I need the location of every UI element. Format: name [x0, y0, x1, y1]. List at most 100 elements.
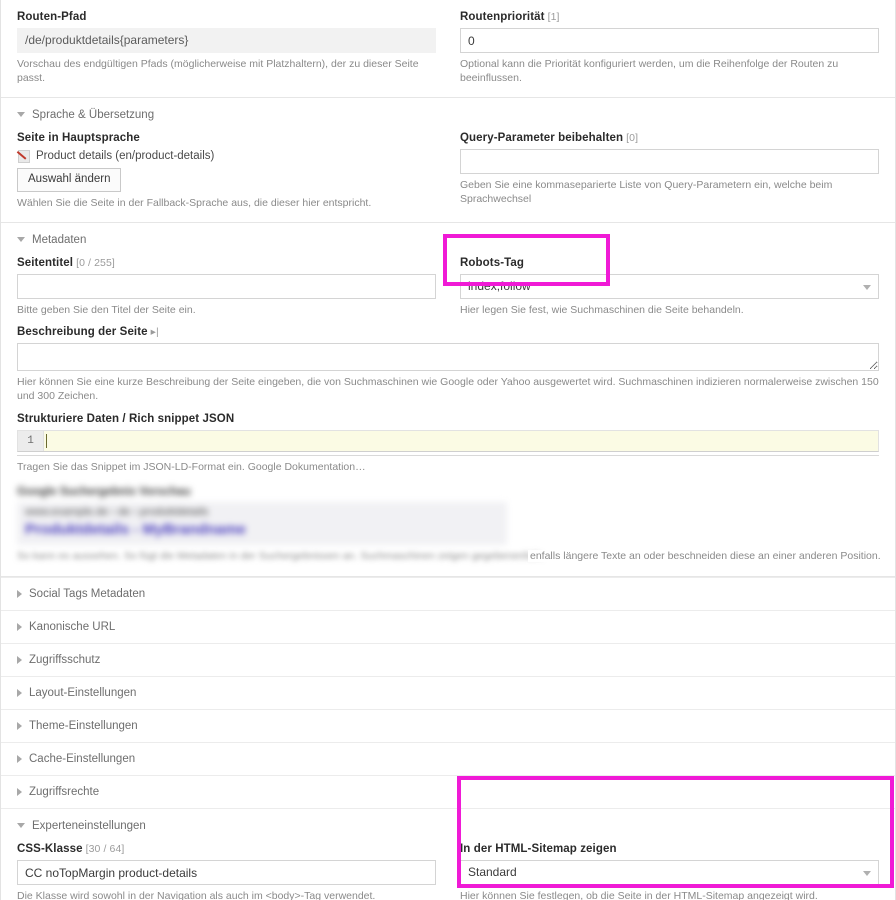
sitemap-label: In der HTML-Sitemap zeigen [460, 843, 617, 855]
section-header-layout-settings[interactable]: Layout-Einstellungen [1, 676, 895, 709]
page-title-label: Seitentitel [0 / 255] [17, 256, 436, 270]
page-description-label-text: Beschreibung der Seite [17, 326, 148, 338]
chevron-right-icon [17, 590, 22, 598]
editor-line-number: 1 [18, 431, 44, 451]
query-params-hint: Geben Sie eine kommaseparierte Liste von… [460, 179, 833, 205]
expert-section: Experteneinstellungen CSS-Klasse [30 / 64… [1, 808, 895, 900]
language-section: Sprache & Übersetzung Seite in Hauptspra… [1, 98, 895, 223]
rich-snippet-group: Strukturiere Daten / Rich snippet JSON 1… [1, 403, 895, 474]
editor-footer-left [17, 452, 477, 456]
route-priority-label-text: Routenpriorität [460, 11, 545, 23]
sitemap-group: In der HTML-Sitemap zeigen Standard Hier… [448, 842, 895, 900]
google-preview-title: Google Suchergebnis Vorschau [17, 486, 191, 498]
page-description-hint: Hier können Sie eine kurze Beschreibung … [17, 376, 879, 402]
sitemap-value: Standard [460, 860, 879, 885]
route-path-hint: Vorschau des endgültigen Pfads (mögliche… [17, 58, 419, 84]
section-header-language[interactable]: Sprache & Übersetzung [1, 98, 895, 131]
section-title-canonical-url: Kanonische URL [29, 621, 116, 633]
rich-snippet-editor[interactable]: 1 [17, 430, 879, 452]
chevron-right-icon [17, 623, 22, 631]
main-language-page-group: Seite in Hauptsprache Product details (e… [1, 131, 448, 210]
route-priority-label: Routenpriorität [1] [460, 10, 879, 24]
robots-tag-hint: Hier legen Sie fest, wie Suchmaschinen d… [460, 304, 744, 316]
css-class-input[interactable] [17, 860, 436, 885]
chevron-right-icon [17, 788, 22, 796]
section-header-theme-settings[interactable]: Theme-Einstellungen [1, 709, 895, 742]
query-params-input[interactable] [460, 149, 879, 174]
robots-tag-value: index,follow [460, 274, 879, 299]
section-title-language: Sprache & Übersetzung [32, 108, 155, 121]
page-description-textarea[interactable] [17, 343, 879, 371]
route-path-value: /de/produktdetails{parameters} [17, 28, 436, 53]
page-title-label-text: Seitentitel [17, 257, 74, 269]
editor-footer-right [477, 452, 879, 456]
section-title-social-tags: Social Tags Metadaten [29, 588, 146, 600]
route-priority-input[interactable] [460, 28, 879, 53]
main-language-page-value: Product details (en/product-details) [36, 149, 215, 162]
rich-snippet-label: Strukturiere Daten / Rich snippet JSON [17, 413, 235, 425]
css-class-count: [30 / 64] [85, 843, 125, 855]
query-params-count: [0] [626, 132, 639, 144]
section-title-layout-settings: Layout-Einstellungen [29, 687, 137, 699]
editor-footer [17, 452, 879, 456]
main-language-page-label: Seite in Hauptsprache [17, 132, 140, 144]
section-header-metadata[interactable]: Metadaten [1, 223, 895, 256]
chevron-right-icon [17, 722, 22, 730]
query-params-label-text: Query-Parameter beibehalten [460, 132, 624, 144]
css-class-label: CSS-Klasse [30 / 64] [17, 842, 436, 856]
google-preview-hint-wrap: So kann es aussehen. So fügt die Metadat… [17, 550, 881, 566]
section-title-expert: Experteneinstellungen [32, 819, 146, 832]
section-header-canonical-url[interactable]: Kanonische URL [1, 610, 895, 643]
google-preview-blurred-block: Google Suchergebnis Vorschau www.example… [17, 486, 879, 545]
section-title-access-protection: Zugriffsschutz [29, 654, 101, 666]
query-params-label: Query-Parameter beibehalten [0] [460, 131, 879, 145]
page-title-hint: Bitte geben Sie den Titel der Seite ein. [17, 304, 196, 316]
chevron-right-icon [17, 656, 22, 664]
route-priority-hint: Optional kann die Priorität konfiguriert… [460, 58, 839, 84]
chevron-right-icon [17, 689, 22, 697]
route-priority-group: Routenpriorität[1] Optional kann die Pri… [448, 10, 895, 85]
editor-code-line[interactable] [44, 431, 878, 451]
page-settings-form: Routen-Pfad /de/produktdetails{parameter… [0, 0, 896, 900]
css-class-group: CSS-Klasse[30 / 64] Die Klasse wird sowo… [1, 842, 448, 900]
query-params-group: Query-Parameter beibehalten [0] Geben Sie… [448, 131, 895, 210]
chevron-right-icon [17, 755, 22, 763]
page-title-count: [0 / 255] [76, 257, 115, 269]
metadata-section: Metadaten Seitentitel [0 / 255] Bitte geb… [1, 223, 895, 577]
page-title-group: Seitentitel [0 / 255] Bitte geben Sie den… [1, 256, 448, 317]
google-preview-url: www.example.de › de › produktdetails [25, 506, 209, 518]
css-class-hint: Die Klasse wird sowohl in der Navigation… [17, 890, 376, 900]
google-preview-link[interactable]: Produktdetails - MyBrandname [25, 521, 499, 538]
google-preview-hint-clear: enfalls längere Texte an oder beschneide… [528, 550, 881, 562]
rich-snippet-hint: Tragen Sie das Snippet im JSON-LD-Format… [17, 461, 366, 473]
robots-tag-label: Robots-Tag [460, 257, 525, 269]
section-header-access-protection[interactable]: Zugriffsschutz [1, 643, 895, 676]
page-description-group: Beschreibung der Seite ▸| Hier können Sie… [1, 321, 895, 403]
section-header-cache-settings[interactable]: Cache-Einstellungen [1, 742, 895, 775]
route-priority-count: [1] [547, 11, 560, 23]
collapsed-sections-list: Social Tags Metadaten Kanonische URL Zug… [1, 577, 895, 808]
css-class-label-text: CSS-Klasse [17, 843, 83, 855]
sitemap-hint: Hier können Sie festlegen, ob die Seite … [460, 890, 818, 900]
section-title-theme-settings: Theme-Einstellungen [29, 720, 138, 732]
google-preview-hint-blurred: So kann es aussehen. So fügt die Metadat… [17, 550, 543, 562]
page-edit-icon [17, 149, 30, 163]
change-selection-button[interactable]: Auswahl ändern [17, 168, 122, 192]
sitemap-select[interactable]: Standard [460, 860, 879, 885]
page-description-count: ▸| [150, 326, 159, 338]
route-section: Routen-Pfad /de/produktdetails{parameter… [1, 0, 895, 98]
robots-tag-select[interactable]: index,follow [460, 274, 879, 299]
page-description-label: Beschreibung der Seite ▸| [17, 325, 879, 339]
section-header-social-tags[interactable]: Social Tags Metadaten [1, 577, 895, 610]
section-title-metadata: Metadaten [32, 233, 87, 246]
route-path-group: Routen-Pfad /de/produktdetails{parameter… [1, 10, 448, 85]
main-language-page-hint: Wählen Sie die Seite in der Fallback-Spr… [17, 197, 372, 209]
section-header-expert[interactable]: Experteneinstellungen [1, 809, 895, 842]
chevron-down-icon [17, 112, 25, 117]
section-title-access-rights: Zugriffsrechte [29, 786, 100, 798]
page-title-input[interactable] [17, 274, 436, 299]
google-preview-group: Google Suchergebnis Vorschau www.example… [1, 474, 895, 576]
robots-tag-group: Robots-Tag index,follow Hier legen Sie f… [448, 256, 895, 317]
section-header-access-rights[interactable]: Zugriffsrechte [1, 775, 895, 808]
chevron-down-icon [17, 237, 25, 242]
